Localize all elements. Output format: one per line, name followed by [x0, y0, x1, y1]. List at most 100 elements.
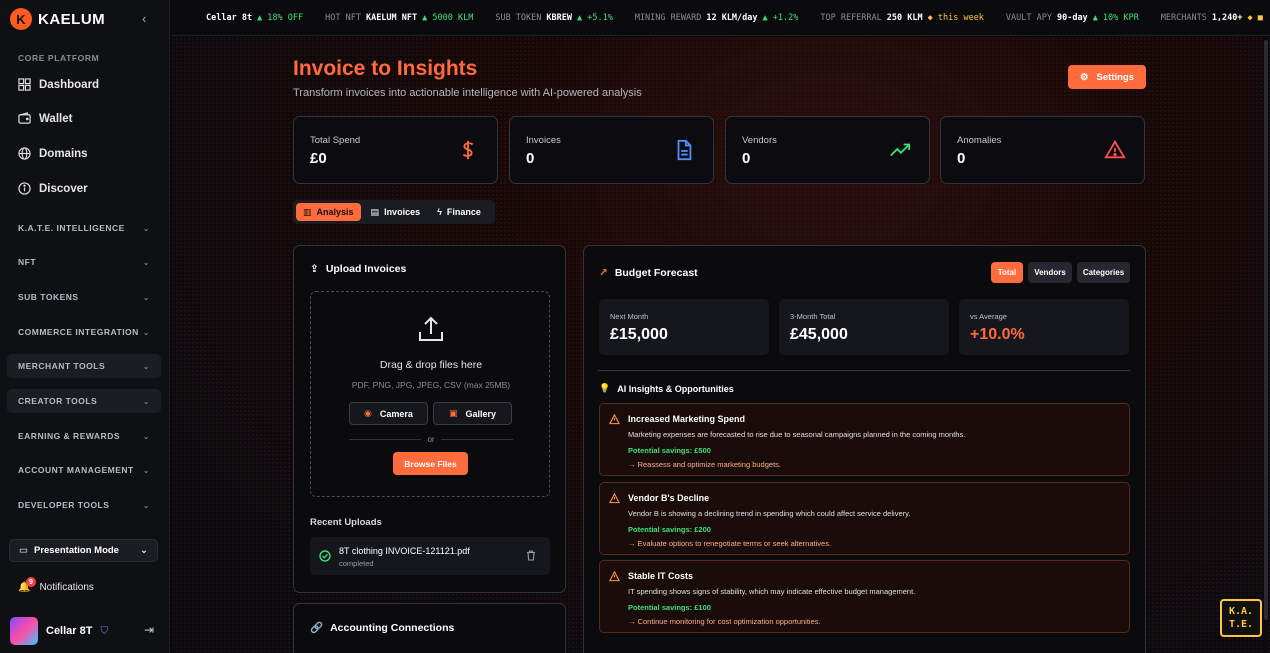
ticker-delta: ▲ 5000 KLM [422, 12, 474, 23]
ticker-value: 90-day [1056, 12, 1088, 23]
sidebar-group-commerce[interactable]: COMMERCE INTEGRATION ⌄ [7, 320, 161, 344]
forecast-label: Next Month [610, 312, 649, 321]
camera-label: Camera [379, 408, 413, 419]
forecast-value: £15,000 [610, 326, 668, 343]
page-title: Invoice to Insights [293, 57, 478, 80]
segment-vendors[interactable]: Vendors [1028, 262, 1072, 283]
file-name: 8T clothing INVOICE-121121.pdf [339, 546, 470, 556]
check-circle-icon [319, 550, 331, 562]
warning-icon [609, 493, 620, 504]
presentation-mode-select[interactable]: ▭ Presentation Mode ⌄ [9, 539, 158, 562]
chevron-down-icon: ⌄ [142, 223, 150, 233]
sidebar-item-discover[interactable]: Discover [18, 182, 88, 195]
notification-count-badge: 9 [26, 577, 36, 587]
accounting-connections-card: 🔗 Accounting Connections [293, 603, 566, 653]
chevron-down-icon: ⌄ [140, 545, 148, 556]
insight-desc: Marketing expenses are forecasted to ris… [628, 430, 966, 439]
browse-files-button[interactable]: Browse Files [393, 452, 468, 475]
dropzone-text: Drag & drop files here [379, 359, 483, 371]
or-text: or [427, 434, 435, 444]
sidebar-item-domains[interactable]: Domains [18, 147, 88, 160]
document-icon [677, 139, 692, 161]
insight-card[interactable]: Stable IT Costs IT spending shows signs … [599, 560, 1130, 633]
forecast-title-text: Budget Forecast [614, 267, 698, 279]
forecast-value: £45,000 [790, 326, 848, 343]
sidebar-item-label: Dashboard [39, 78, 100, 91]
verified-shield-icon: ⛉ [100, 625, 108, 637]
view-tabs: ▥ Analysis ▤ Invoices ϟ Finance [293, 200, 495, 224]
sidebar-group-account[interactable]: ACCOUNT MANAGEMENT ⌄ [7, 458, 161, 482]
tab-invoices[interactable]: ▤ Invoices [364, 203, 428, 221]
ticker-item: SUB TOKEN KBREW ▲ +5.1% [495, 13, 612, 23]
gallery-button[interactable]: ▣ Gallery [433, 402, 512, 425]
accounting-card-title: 🔗 Accounting Connections [310, 621, 455, 635]
sidebar-item-label: Domains [39, 147, 88, 160]
presentation-mode-label: Presentation Mode [33, 545, 119, 556]
scrollbar-thumb[interactable] [1264, 40, 1268, 620]
avatar [10, 617, 38, 645]
ticker-delta: ▲ 18% OFF [257, 12, 304, 23]
ticker-value: KAELUM NFT [365, 12, 418, 23]
kate-line-2: T.E. [1228, 619, 1254, 630]
upload-card-title: ⇪ Upload Invoices [310, 263, 406, 275]
insight-savings: Potential savings: £200 [628, 525, 711, 534]
or-divider: or [349, 433, 513, 445]
notifications-link[interactable]: 🔔 9 Notifications [18, 577, 94, 593]
sidebar-group-nft[interactable]: NFT ⌄ [7, 250, 161, 274]
ticker-delta: ▲ +1.2% [762, 12, 799, 23]
sidebar-group-merchant[interactable]: MERCHANT TOOLS ⌄ [7, 354, 161, 378]
insights-title: 💡 AI Insights & Opportunities [599, 383, 734, 394]
camera-icon: ◉ [364, 408, 372, 418]
link-icon: 🔗 [310, 622, 324, 634]
list-item[interactable]: 8T clothing INVOICE-121121.pdf completed [310, 537, 550, 575]
sidebar-item-label: Discover [39, 182, 88, 195]
chevron-down-icon: ⌄ [142, 257, 150, 267]
sidebar-item-dashboard[interactable]: Dashboard [18, 78, 99, 91]
chevron-down-icon: ⌄ [142, 500, 150, 510]
sidebar-item-wallet[interactable]: Wallet [18, 112, 72, 125]
brand[interactable]: K KAELUM [10, 8, 105, 30]
sidebar-group-developer[interactable]: DEVELOPER TOOLS ⌄ [7, 493, 161, 517]
stat-value: 0 [742, 150, 751, 167]
tab-label: Analysis [316, 207, 354, 217]
group-label: NFT [18, 257, 37, 267]
tab-analysis[interactable]: ▥ Analysis [296, 203, 361, 221]
stat-label: Anomalies [957, 135, 1002, 146]
segment-total[interactable]: Total [991, 262, 1023, 283]
insights-title-text: AI Insights & Opportunities [617, 383, 734, 394]
sidebar-group-kate[interactable]: K.A.T.E. INTELLIGENCE ⌄ [7, 216, 161, 240]
ticker-key: MINING REWARD [634, 12, 702, 23]
stat-label: Vendors [742, 135, 777, 146]
accounting-title-text: Accounting Connections [330, 621, 455, 634]
insight-savings: Potential savings: £500 [628, 446, 711, 455]
stat-label: Invoices [526, 135, 561, 146]
sidebar-group-earning[interactable]: EARNING & REWARDS ⌄ [7, 424, 161, 448]
gear-icon: ⚙ [1079, 71, 1089, 83]
camera-button[interactable]: ◉ Camera [349, 402, 428, 425]
insight-title: Increased Marketing Spend [628, 414, 746, 424]
chevron-left-icon[interactable]: ‹ [142, 11, 146, 26]
bar-chart-icon: ▥ [303, 206, 312, 217]
sidebar-group-sub-tokens[interactable]: SUB TOKENS ⌄ [7, 285, 161, 309]
upload-invoices-card: ⇪ Upload Invoices Drag & drop files here … [293, 245, 566, 593]
insight-card[interactable]: Increased Marketing Spend Marketing expe… [599, 403, 1130, 476]
app-root: K KAELUM ‹ CORE PLATFORM Dashboard Walle… [0, 0, 1270, 653]
trash-icon[interactable] [526, 550, 536, 561]
sidebar-item-label: Wallet [39, 112, 73, 125]
compass-icon [18, 182, 31, 195]
segment-categories[interactable]: Categories [1077, 262, 1130, 283]
insight-card[interactable]: Vendor B's Decline Vendor B is showing a… [599, 482, 1130, 555]
file-dropzone[interactable]: Drag & drop files here PDF, PNG, JPG, JP… [310, 291, 550, 497]
user-profile[interactable]: Cellar 8T ⛉ ⇥ [10, 616, 160, 646]
file-status: completed [339, 559, 374, 568]
tab-finance[interactable]: ϟ Finance [430, 203, 488, 221]
settings-button[interactable]: ⚙ Settings [1068, 65, 1146, 89]
lightning-icon: ϟ [437, 207, 442, 217]
stat-card-vendors: Vendors 0 [725, 116, 930, 184]
ticker-item: Cellar 8t ▲ 18% OFF [201, 13, 303, 23]
sidebar-group-creator[interactable]: CREATOR TOOLS ⌄ [7, 389, 161, 413]
kate-assistant-button[interactable]: K.A. T.E. [1220, 599, 1262, 637]
logout-icon[interactable]: ⇥ [144, 623, 154, 637]
forecast-next-month: Next Month £15,000 [599, 299, 769, 355]
chevron-down-icon: ⌄ [142, 292, 150, 302]
